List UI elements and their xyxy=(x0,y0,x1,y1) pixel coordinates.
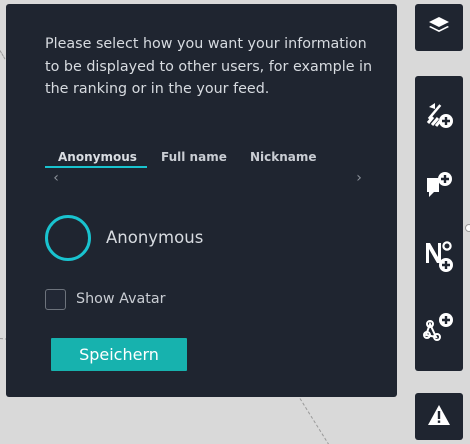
tabs-prev-arrow[interactable]: ‹ xyxy=(49,171,63,185)
add-comment-icon xyxy=(423,170,455,206)
tool-column xyxy=(415,76,463,371)
map-marker-dot[interactable] xyxy=(465,224,470,232)
add-node-icon xyxy=(422,310,456,348)
add-node-button[interactable] xyxy=(415,304,463,354)
active-tab-indicator xyxy=(45,166,147,168)
intro-text: Please select how you want your informat… xyxy=(45,36,373,97)
add-number-button[interactable] xyxy=(415,233,463,283)
map-path xyxy=(299,398,333,444)
add-route-icon xyxy=(423,99,455,135)
add-route-button[interactable] xyxy=(415,92,463,142)
avatar xyxy=(45,215,91,261)
tab-nickname[interactable]: Nickname xyxy=(250,150,317,164)
layers-button[interactable] xyxy=(415,4,463,51)
tabs-next-arrow[interactable]: › xyxy=(352,171,366,185)
warning-icon xyxy=(427,404,451,430)
report-warning-button[interactable] xyxy=(415,393,463,440)
tab-full-name[interactable]: Full name xyxy=(161,150,227,164)
tab-anonymous[interactable]: Anonymous xyxy=(58,150,137,164)
show-avatar-checkbox[interactable] xyxy=(45,289,66,310)
display-settings-panel: Please select how you want your informat… xyxy=(6,4,397,397)
add-comment-button[interactable] xyxy=(415,163,463,213)
map-path xyxy=(0,50,6,60)
selected-display-name: Anonymous xyxy=(106,228,204,247)
add-number-icon xyxy=(422,239,456,277)
show-avatar-label[interactable]: Show Avatar xyxy=(76,291,166,307)
layers-icon xyxy=(427,15,451,41)
save-button[interactable]: Speichern xyxy=(51,338,187,371)
